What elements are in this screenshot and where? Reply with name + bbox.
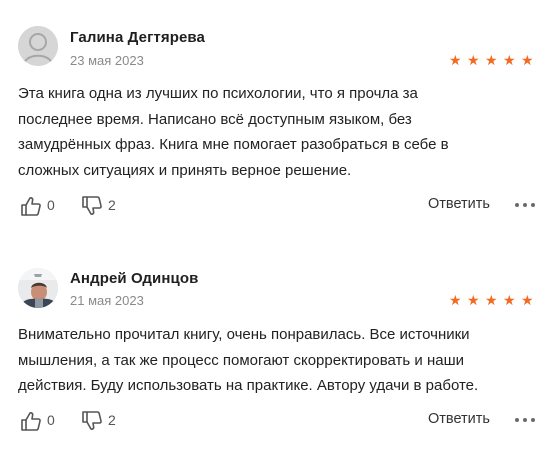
star-icon: ★ xyxy=(449,292,462,308)
review-text-line: замудрённых фраз. Книга мне помогает раз… xyxy=(18,136,449,153)
like-count: 0 xyxy=(47,412,55,428)
review-text-line: Внимательно прочитал книгу, очень понрав… xyxy=(18,326,470,343)
more-dots-icon xyxy=(531,418,535,422)
dislike-button[interactable]: 2 xyxy=(81,409,125,433)
more-options-button[interactable] xyxy=(514,413,538,427)
more-dots-icon xyxy=(531,203,535,207)
user-photo-avatar-icon xyxy=(18,268,58,308)
more-options-button[interactable] xyxy=(514,198,538,212)
reply-button[interactable]: Ответить xyxy=(428,411,490,427)
star-icon: ★ xyxy=(521,52,534,68)
reply-button[interactable]: Ответить xyxy=(428,196,490,212)
like-button[interactable]: 0 xyxy=(20,409,64,433)
review-date: 21 мая 2023 xyxy=(70,293,144,308)
rating-stars: ★ ★ ★ ★ ★ xyxy=(449,53,539,67)
avatar[interactable] xyxy=(18,268,58,308)
thumbs-down-icon xyxy=(82,196,102,215)
more-dots-icon xyxy=(515,418,519,422)
dislike-count: 2 xyxy=(108,197,116,213)
review-text-line: Эта книга одна из лучших по психологии, … xyxy=(18,85,418,102)
dislike-button[interactable]: 2 xyxy=(81,194,125,218)
review-text-line: сложных ситуациях и принять верное решен… xyxy=(18,161,352,179)
star-icon: ★ xyxy=(449,52,462,68)
like-button[interactable]: 0 xyxy=(20,194,64,218)
author-name[interactable]: Андрей Одинцов xyxy=(70,270,198,287)
like-count: 0 xyxy=(47,197,55,213)
more-dots-icon xyxy=(515,203,519,207)
default-avatar-icon xyxy=(18,26,58,66)
review-actions: 0 2 Ответить xyxy=(0,409,551,433)
thumbs-up-icon xyxy=(21,412,41,431)
review-text: Внимательно прочитал книгу, очень понрав… xyxy=(18,322,528,399)
review-text: Эта книга одна из лучших по психологии, … xyxy=(18,81,528,183)
star-icon: ★ xyxy=(503,292,516,308)
thumbs-up-icon xyxy=(21,197,41,216)
dislike-count: 2 xyxy=(108,412,116,428)
star-icon: ★ xyxy=(467,52,480,68)
rating-stars: ★ ★ ★ ★ ★ xyxy=(449,293,539,307)
star-icon: ★ xyxy=(503,52,516,68)
review-text-line: последнее время. Написано всё доступным … xyxy=(18,110,412,128)
more-dots-icon xyxy=(523,418,527,422)
review-text-line: действия. Буду использовать на практике.… xyxy=(18,377,479,394)
review-actions: 0 2 Ответить xyxy=(0,194,551,218)
star-icon: ★ xyxy=(485,292,498,308)
review-text-line: мышления, а так же процесс помогают скор… xyxy=(18,351,464,369)
review-date: 23 мая 2023 xyxy=(70,53,144,68)
star-icon: ★ xyxy=(521,292,534,308)
avatar[interactable] xyxy=(18,26,58,66)
author-name[interactable]: Галина Дегтярева xyxy=(70,29,205,46)
more-dots-icon xyxy=(523,203,527,207)
star-icon: ★ xyxy=(467,292,480,308)
thumbs-down-icon xyxy=(82,411,102,430)
star-icon: ★ xyxy=(485,52,498,68)
